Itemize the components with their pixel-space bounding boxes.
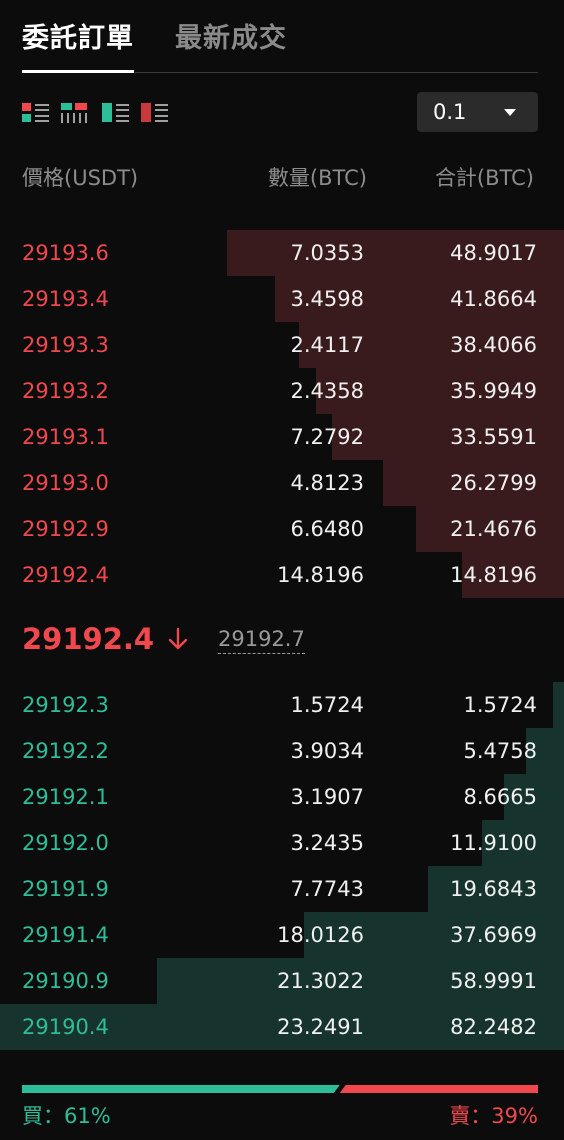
ask-price: 29193.1 — [22, 425, 109, 449]
bid-order-row[interactable]: 29192.0 3.2435 11.9100 — [0, 820, 564, 866]
orderbook-toolbar: 0.1 — [0, 90, 564, 134]
ask-order-row[interactable]: 29192.9 6.6480 21.4676 — [0, 506, 564, 552]
mark-price[interactable]: 29192.7 — [218, 627, 305, 654]
bid-quantity: 3.1907 — [290, 785, 364, 809]
ask-order-row[interactable]: 29193.0 4.8123 26.2799 — [0, 460, 564, 506]
both-sides-view-icon[interactable] — [22, 101, 50, 125]
bid-quantity: 7.7743 — [290, 877, 364, 901]
bid-price: 29192.0 — [22, 831, 109, 855]
ask-total: 48.9017 — [450, 241, 537, 265]
ask-total: 33.5591 — [450, 425, 537, 449]
ask-price: 29193.2 — [22, 379, 109, 403]
ask-price: 29192.9 — [22, 517, 109, 541]
ask-order-row[interactable]: 29193.3 2.4117 38.4066 — [0, 322, 564, 368]
tab-latest-trades[interactable]: 最新成交 — [175, 16, 287, 55]
ask-quantity: 2.4358 — [290, 379, 364, 403]
bid-quantity: 1.5724 — [290, 693, 364, 717]
ask-order-row[interactable]: 29193.6 7.0353 48.9017 — [0, 230, 564, 276]
ask-total: 21.4676 — [450, 517, 537, 541]
bid-total: 82.2482 — [450, 1015, 537, 1039]
ask-total: 35.9949 — [450, 379, 537, 403]
bid-order-row[interactable]: 29191.4 18.0126 37.6969 — [0, 912, 564, 958]
price-column-header: 價格(USDT) — [22, 166, 139, 190]
ask-order-row[interactable]: 29193.4 3.4598 41.8664 — [0, 276, 564, 322]
buy-sell-ratio: 買：61% 賣：39% — [0, 1080, 564, 1140]
ask-quantity: 7.2792 — [290, 425, 364, 449]
ask-price: 29192.4 — [22, 563, 109, 587]
ask-quantity: 7.0353 — [290, 241, 364, 265]
ask-quantity: 4.8123 — [290, 471, 364, 495]
bid-quantity: 23.2491 — [277, 1015, 364, 1039]
orderbook-tabs: 委託訂單 最新成交 — [0, 0, 564, 74]
bid-price: 29192.1 — [22, 785, 109, 809]
bid-order-row[interactable]: 29192.3 1.5724 1.5724 — [0, 682, 564, 728]
ask-price: 29193.4 — [22, 287, 109, 311]
ask-price: 29193.0 — [22, 471, 109, 495]
ask-price: 29193.6 — [22, 241, 109, 265]
precision-value: 0.1 — [433, 100, 467, 124]
column-headers: 價格(USDT) 數量(BTC) 合計(BTC) — [0, 160, 564, 192]
ask-quantity: 14.8196 — [277, 563, 364, 587]
bid-depth-bar — [553, 682, 564, 728]
ask-orders: 29193.6 7.0353 48.9017 29193.4 3.4598 41.8664… — [0, 230, 564, 598]
ask-order-row[interactable]: 29192.4 14.8196 14.8196 — [0, 552, 564, 598]
bids-only-view-icon[interactable] — [102, 101, 130, 125]
buy-sell-ratio-bar — [22, 1085, 538, 1093]
ask-order-row[interactable]: 29193.1 7.2792 33.5591 — [0, 414, 564, 460]
bid-total: 5.4758 — [463, 739, 537, 763]
arrow-down-icon — [166, 626, 190, 652]
ask-quantity: 3.4598 — [290, 287, 364, 311]
ask-total: 38.4066 — [450, 333, 537, 357]
bid-total: 8.6665 — [463, 785, 537, 809]
bid-price: 29191.9 — [22, 877, 109, 901]
bid-price: 29190.9 — [22, 969, 109, 993]
ask-total: 26.2799 — [450, 471, 537, 495]
bid-total: 37.6969 — [450, 923, 537, 947]
ask-order-row[interactable]: 29193.2 2.4358 35.9949 — [0, 368, 564, 414]
chevron-down-icon — [504, 109, 516, 116]
ask-quantity: 6.6480 — [290, 517, 364, 541]
bid-total: 19.6843 — [450, 877, 537, 901]
bid-total: 1.5724 — [463, 693, 537, 717]
sell-ratio-label: 賣：39% — [449, 1104, 538, 1128]
buy-ratio-fill — [22, 1085, 340, 1093]
bid-quantity: 21.3022 — [277, 969, 364, 993]
bid-order-row[interactable]: 29192.1 3.1907 8.6665 — [0, 774, 564, 820]
ask-quantity: 2.4117 — [290, 333, 364, 357]
ask-total: 41.8664 — [450, 287, 537, 311]
quantity-column-header: 數量(BTC) — [267, 166, 367, 190]
bid-price: 29192.2 — [22, 739, 109, 763]
bid-order-row[interactable]: 29191.9 7.7743 19.6843 — [0, 866, 564, 912]
total-column-header: 合計(BTC) — [434, 166, 534, 190]
bid-price: 29192.3 — [22, 693, 109, 717]
buy-ratio-label: 買：61% — [22, 1104, 111, 1128]
bid-order-row[interactable]: 29190.4 23.2491 82.2482 — [0, 1004, 564, 1050]
ask-price: 29193.3 — [22, 333, 109, 357]
mid-price-row: 29192.4 29192.7 — [0, 610, 564, 670]
bid-order-row[interactable]: 29190.9 21.3022 58.9991 — [0, 958, 564, 1004]
bid-order-row[interactable]: 29192.2 3.9034 5.4758 — [0, 728, 564, 774]
bid-quantity: 18.0126 — [277, 923, 364, 947]
bid-price: 29190.4 — [22, 1015, 109, 1039]
depth-bars-view-icon[interactable] — [61, 101, 89, 125]
bid-quantity: 3.2435 — [290, 831, 364, 855]
ask-total: 14.8196 — [450, 563, 537, 587]
bid-total: 58.9991 — [450, 969, 537, 993]
bid-total: 11.9100 — [450, 831, 537, 855]
asks-only-view-icon[interactable] — [141, 101, 169, 125]
precision-select[interactable]: 0.1 — [417, 92, 538, 132]
bid-quantity: 3.9034 — [290, 739, 364, 763]
tab-order-book[interactable]: 委託訂單 — [22, 16, 134, 55]
active-tab-indicator — [22, 70, 134, 73]
bid-orders: 29192.3 1.5724 1.5724 29192.2 3.9034 5.4758 29… — [0, 682, 564, 1050]
sell-ratio-fill — [339, 1085, 538, 1093]
bid-price: 29191.4 — [22, 923, 109, 947]
last-price: 29192.4 — [22, 622, 155, 656]
